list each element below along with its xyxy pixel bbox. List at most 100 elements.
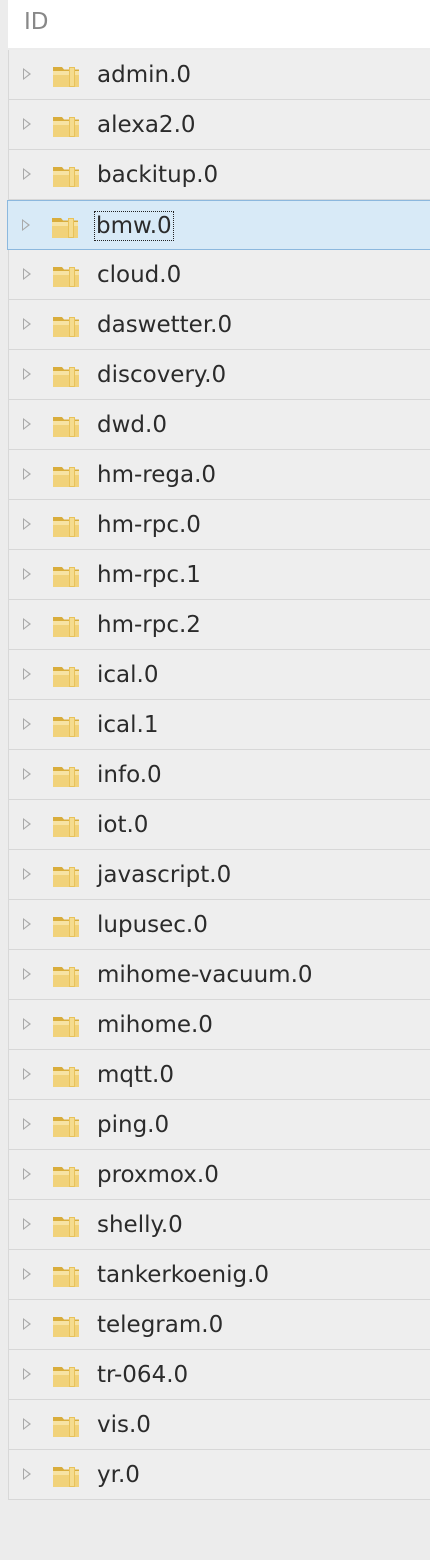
expand-triangle-icon[interactable] xyxy=(23,268,31,280)
tree-row-label: backitup.0 xyxy=(97,162,219,188)
expand-triangle-icon[interactable] xyxy=(23,1468,31,1480)
tree-row-dwd-0[interactable]: dwd.0 xyxy=(9,400,430,450)
expand-triangle-icon[interactable] xyxy=(23,968,31,980)
folder-icon xyxy=(53,917,79,937)
expand-triangle-icon[interactable] xyxy=(23,1218,31,1230)
tree-row-label: shelly.0 xyxy=(97,1212,183,1238)
expand-triangle-icon[interactable] xyxy=(23,718,31,730)
tree-row-proxmox-0[interactable]: proxmox.0 xyxy=(9,1150,430,1200)
tree-row-javascript-0[interactable]: javascript.0 xyxy=(9,850,430,900)
tree-row-lupusec-0[interactable]: lupusec.0 xyxy=(9,900,430,950)
tree-row-yr-0[interactable]: yr.0 xyxy=(9,1450,430,1500)
expand-triangle-icon[interactable] xyxy=(23,68,31,80)
folder-icon xyxy=(53,767,79,787)
expand-triangle-icon[interactable] xyxy=(23,668,31,680)
tree-row-hm-rpc-1[interactable]: hm-rpc.1 xyxy=(9,550,430,600)
folder-icon xyxy=(53,1317,79,1337)
folder-icon xyxy=(53,867,79,887)
tree-row-label: discovery.0 xyxy=(97,362,227,388)
expand-triangle-icon[interactable] xyxy=(23,468,31,480)
tree-row-label: iot.0 xyxy=(97,812,149,838)
folder-icon xyxy=(53,717,79,737)
expand-triangle-icon[interactable] xyxy=(23,368,31,380)
tree-row-label: mqtt.0 xyxy=(97,1062,174,1088)
expand-triangle-icon[interactable] xyxy=(23,1168,31,1180)
folder-icon xyxy=(53,1167,79,1187)
tree-row-shelly-0[interactable]: shelly.0 xyxy=(9,1200,430,1250)
tree-row-info-0[interactable]: info.0 xyxy=(9,750,430,800)
expand-triangle-icon[interactable] xyxy=(23,1118,31,1130)
tree-row-label: bmw.0 xyxy=(94,211,174,241)
expand-triangle-icon[interactable] xyxy=(23,618,31,630)
tree-row-label: proxmox.0 xyxy=(97,1162,219,1188)
tree-row-iot-0[interactable]: iot.0 xyxy=(9,800,430,850)
tree-row-label: cloud.0 xyxy=(97,262,182,288)
expand-triangle-icon[interactable] xyxy=(22,219,30,231)
tree-row-label: dwd.0 xyxy=(97,412,167,438)
expand-triangle-icon[interactable] xyxy=(23,1268,31,1280)
expand-triangle-icon[interactable] xyxy=(23,1068,31,1080)
expand-triangle-icon[interactable] xyxy=(23,918,31,930)
folder-icon xyxy=(53,1217,79,1237)
folder-icon xyxy=(52,218,78,238)
expand-triangle-icon[interactable] xyxy=(23,1418,31,1430)
tree-row-bmw-0[interactable]: bmw.0 xyxy=(7,200,430,250)
tree-rows: admin.0 alexa2.0 backitup.0 bmw.0 cloud.… xyxy=(7,50,430,1500)
folder-icon xyxy=(53,167,79,187)
folder-icon xyxy=(53,1067,79,1087)
folder-icon xyxy=(53,1417,79,1437)
tree-row-admin-0[interactable]: admin.0 xyxy=(9,50,430,100)
tree-row-label: hm-rega.0 xyxy=(97,462,217,488)
folder-icon xyxy=(53,617,79,637)
tree-row-mihome-0[interactable]: mihome.0 xyxy=(9,1000,430,1050)
tree-row-label: ical.1 xyxy=(97,712,159,738)
tree-row-tr-064-0[interactable]: tr-064.0 xyxy=(9,1350,430,1400)
folder-icon xyxy=(53,317,79,337)
folder-icon xyxy=(53,267,79,287)
expand-triangle-icon[interactable] xyxy=(23,1318,31,1330)
tree-row-label: admin.0 xyxy=(97,62,192,88)
tree-row-label: hm-rpc.1 xyxy=(97,562,201,588)
tree-row-tankerkoenig-0[interactable]: tankerkoenig.0 xyxy=(9,1250,430,1300)
tree-row-label: mihome.0 xyxy=(97,1012,213,1038)
tree-row-label: vis.0 xyxy=(97,1412,151,1438)
tree-row-label: tankerkoenig.0 xyxy=(97,1262,270,1288)
expand-triangle-icon[interactable] xyxy=(23,868,31,880)
folder-icon xyxy=(53,417,79,437)
folder-icon xyxy=(53,467,79,487)
expand-triangle-icon[interactable] xyxy=(23,418,31,430)
tree-row-ical-1[interactable]: ical.1 xyxy=(9,700,430,750)
expand-triangle-icon[interactable] xyxy=(23,768,31,780)
expand-triangle-icon[interactable] xyxy=(23,118,31,130)
tree-row-discovery-0[interactable]: discovery.0 xyxy=(9,350,430,400)
tree-row-label: ical.0 xyxy=(97,662,159,688)
tree-row-backitup-0[interactable]: backitup.0 xyxy=(9,150,430,200)
folder-icon xyxy=(53,1467,79,1487)
folder-icon xyxy=(53,1117,79,1137)
id-column-header[interactable]: ID xyxy=(24,9,49,35)
expand-triangle-icon[interactable] xyxy=(23,518,31,530)
tree-row-label: javascript.0 xyxy=(97,862,232,888)
tree-row-label: info.0 xyxy=(97,762,162,788)
tree-row-hm-rega-0[interactable]: hm-rega.0 xyxy=(9,450,430,500)
tree-row-daswetter-0[interactable]: daswetter.0 xyxy=(9,300,430,350)
tree-row-ping-0[interactable]: ping.0 xyxy=(9,1100,430,1150)
tree-row-alexa2-0[interactable]: alexa2.0 xyxy=(9,100,430,150)
expand-triangle-icon[interactable] xyxy=(23,168,31,180)
expand-triangle-icon[interactable] xyxy=(23,1368,31,1380)
tree-row-ical-0[interactable]: ical.0 xyxy=(9,650,430,700)
expand-triangle-icon[interactable] xyxy=(23,568,31,580)
tree-row-mihome-vacuum-0[interactable]: mihome-vacuum.0 xyxy=(9,950,430,1000)
tree-row-telegram-0[interactable]: telegram.0 xyxy=(9,1300,430,1350)
expand-triangle-icon[interactable] xyxy=(23,818,31,830)
tree-row-hm-rpc-0[interactable]: hm-rpc.0 xyxy=(9,500,430,550)
tree-row-hm-rpc-2[interactable]: hm-rpc.2 xyxy=(9,600,430,650)
folder-icon xyxy=(53,667,79,687)
tree-row-cloud-0[interactable]: cloud.0 xyxy=(9,250,430,300)
expand-triangle-icon[interactable] xyxy=(23,318,31,330)
expand-triangle-icon[interactable] xyxy=(23,1018,31,1030)
tree-row-mqtt-0[interactable]: mqtt.0 xyxy=(9,1050,430,1100)
tree-row-label: yr.0 xyxy=(97,1462,140,1488)
tree-header[interactable]: ID xyxy=(8,0,430,48)
tree-row-vis-0[interactable]: vis.0 xyxy=(9,1400,430,1450)
